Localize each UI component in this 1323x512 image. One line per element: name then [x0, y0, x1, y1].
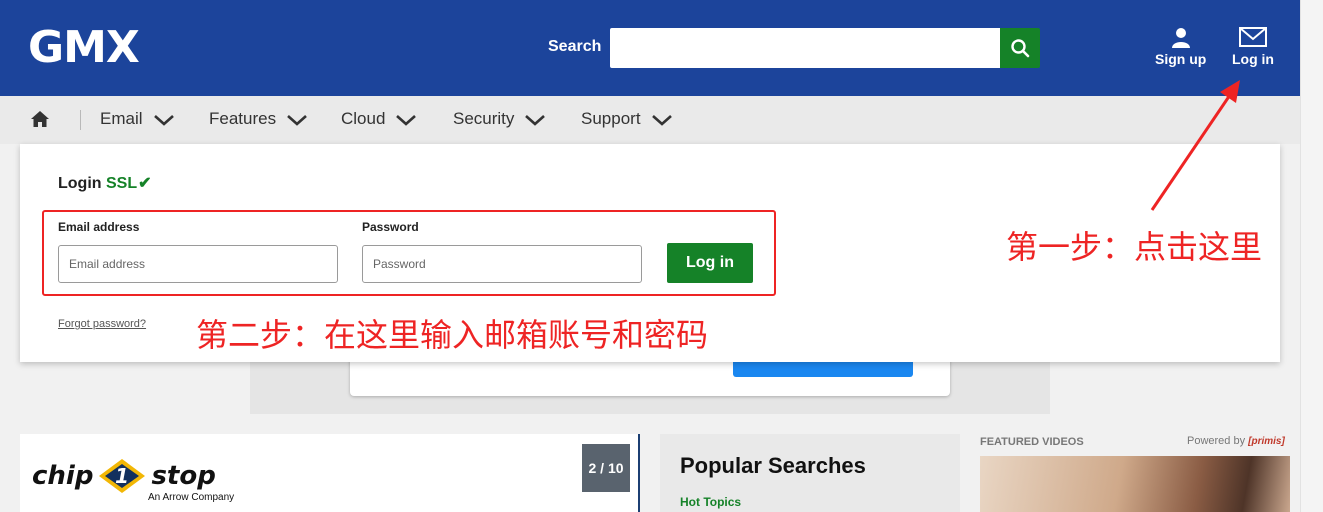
- ssl-label: SSL: [106, 175, 138, 192]
- video-thumbnail[interactable]: [980, 456, 1290, 512]
- nav-item-label: Email: [100, 109, 143, 128]
- scrollbar[interactable]: [1300, 0, 1323, 512]
- svg-text:1: 1: [115, 464, 129, 488]
- nav-item-email[interactable]: Email: [100, 109, 175, 129]
- nav-item-label: Support: [581, 109, 641, 128]
- chevron-down-icon: [651, 114, 672, 126]
- search-label: Search: [548, 38, 602, 55]
- nav-item-label: Cloud: [341, 109, 386, 128]
- nav-item-label: Security: [453, 109, 515, 128]
- main-nav: Email Features Cloud Security Support: [0, 96, 1300, 144]
- chevron-down-icon: [287, 114, 307, 126]
- envelope-icon: [1239, 27, 1267, 47]
- powered-by-text: Powered by: [1187, 435, 1246, 447]
- signup-link[interactable]: Sign up: [1155, 26, 1206, 67]
- forgot-password-link[interactable]: Forgot password?: [58, 318, 146, 330]
- nav-item-features[interactable]: Features: [209, 109, 308, 129]
- chip-mark-icon: 1: [99, 459, 146, 493]
- nav-item-security[interactable]: Security: [453, 109, 546, 129]
- brand-left: chip: [32, 461, 94, 491]
- login-title-text: Login: [58, 175, 102, 192]
- page: GMX Search Sign up Log in Email Features…: [0, 0, 1323, 512]
- powered-by: Powered by [primis]: [1187, 435, 1285, 447]
- chevron-down-icon: [396, 114, 417, 126]
- email-label: Email address: [58, 220, 140, 234]
- slide-counter: 2 / 10: [582, 444, 630, 492]
- email-field[interactable]: [58, 245, 338, 283]
- chip1stop-logo: chip 1 stop: [32, 456, 216, 496]
- primis-logo[interactable]: [primis]: [1248, 436, 1285, 447]
- annotation-step1: 第一步：点击这里: [1006, 228, 1263, 266]
- featured-videos-label: FEATURED VIDEOS: [980, 436, 1084, 448]
- user-icon: [1171, 28, 1190, 48]
- header: GMX Search Sign up Log in: [0, 0, 1300, 96]
- popular-title: Popular Searches: [680, 453, 866, 478]
- nav-item-support[interactable]: Support: [581, 109, 673, 129]
- chevron-down-icon: [525, 114, 546, 126]
- search-icon: [1011, 39, 1030, 58]
- brand-tagline: An Arrow Company: [148, 492, 235, 503]
- password-field[interactable]: [362, 245, 642, 283]
- chevron-down-icon: [153, 114, 174, 126]
- password-label: Password: [362, 220, 419, 234]
- popular-searches: Popular Searches Hot Topics: [660, 434, 960, 512]
- gmx-logo[interactable]: GMX: [28, 22, 140, 73]
- hot-topics-link[interactable]: Hot Topics: [680, 495, 741, 509]
- search-input[interactable]: [610, 28, 1000, 68]
- search-button[interactable]: [1000, 28, 1040, 68]
- ad-banner[interactable]: chip 1 stop An Arrow Company 2 / 10: [20, 434, 640, 512]
- nav-divider: [80, 110, 81, 130]
- nav-item-cloud[interactable]: Cloud: [341, 109, 417, 129]
- login-submit-button[interactable]: Log in: [667, 243, 753, 283]
- login-label: Log in: [1232, 51, 1274, 67]
- signup-label: Sign up: [1155, 51, 1207, 67]
- login-link[interactable]: Log in: [1232, 26, 1274, 67]
- login-title: Login SSL✔: [58, 173, 152, 193]
- annotation-step2: 第二步：在这里输入邮箱账号和密码: [196, 316, 709, 354]
- home-icon[interactable]: [30, 110, 50, 128]
- nav-item-label: Features: [209, 109, 277, 128]
- checkmark-icon: ✔: [138, 175, 152, 192]
- brand-right: stop: [151, 461, 216, 491]
